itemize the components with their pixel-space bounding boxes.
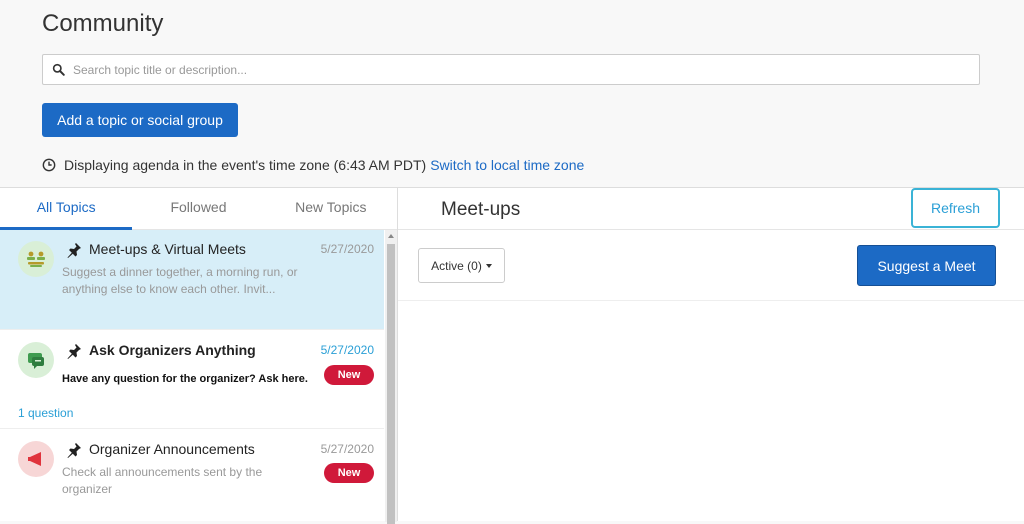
caret-down-icon [485,263,492,268]
search-box[interactable] [42,54,980,85]
timezone-text: Displaying agenda in the event's time zo… [64,157,427,173]
new-badge: New [324,463,374,483]
scrollbar-thumb[interactable] [387,244,395,524]
megaphone-icon [18,441,54,477]
topic-date: 5/27/2020 [320,343,374,357]
pin-icon [67,344,81,359]
topics-panel: All Topics Followed New Topics Meet-ups … [0,187,398,524]
timezone-notice: Displaying agenda in the event's time zo… [42,157,584,173]
detail-toolbar: Active (0) Suggest a Meet [398,230,1024,301]
switch-timezone-link[interactable]: Switch to local time zone [430,157,584,173]
status-filter-dropdown[interactable]: Active (0) [418,248,505,283]
topic-description: Suggest a dinner together, a morning run… [62,265,298,296]
topic-item-announcements[interactable]: Organizer Announcements 5/27/2020 Check … [0,430,384,522]
detail-header: Meet-ups Refresh [398,188,1024,230]
detail-title: Meet-ups [441,199,521,220]
topic-description: Have any question for the organizer? Ask… [62,373,308,385]
topic-list-scrollbar[interactable] [385,230,397,524]
suggest-meet-button[interactable]: Suggest a Meet [857,245,996,286]
topic-title: Meet-ups & Virtual Meets [89,241,246,257]
tab-followed[interactable]: Followed [132,188,264,229]
topic-item-ask-organizers[interactable]: Ask Organizers Anything 5/27/2020 Have a… [0,331,384,429]
search-icon [52,63,65,76]
topic-tabs: All Topics Followed New Topics [0,188,397,230]
page-title: Community [42,10,164,37]
topic-item-meetups[interactable]: Meet-ups & Virtual Meets 5/27/2020 Sugge… [0,230,384,330]
topic-title: Ask Organizers Anything [89,342,256,358]
scroll-up-arrow-icon[interactable] [388,234,394,238]
search-input[interactable] [73,62,953,77]
status-filter-label: Active (0) [431,258,482,273]
topic-description: Check all announcements sent by the orga… [62,465,263,496]
pin-icon [67,443,81,458]
topic-date: 5/27/2020 [320,242,374,256]
topic-detail-panel: Meet-ups Refresh Active (0) Suggest a Me… [398,187,1024,521]
chat-bubble-icon [18,342,54,378]
add-topic-button[interactable]: Add a topic or social group [42,103,238,137]
topic-date: 5/27/2020 [320,442,374,456]
refresh-button[interactable]: Refresh [911,188,1000,228]
tab-all-topics[interactable]: All Topics [0,188,133,230]
topic-title: Organizer Announcements [89,441,255,457]
pin-icon [67,243,81,258]
tab-new-topics[interactable]: New Topics [265,188,397,229]
clock-icon [42,158,56,172]
question-count-link[interactable]: 1 question [18,406,73,420]
meetup-group-icon [18,241,54,277]
topic-list: Meet-ups & Virtual Meets 5/27/2020 Sugge… [0,230,384,522]
new-badge: New [324,365,374,385]
